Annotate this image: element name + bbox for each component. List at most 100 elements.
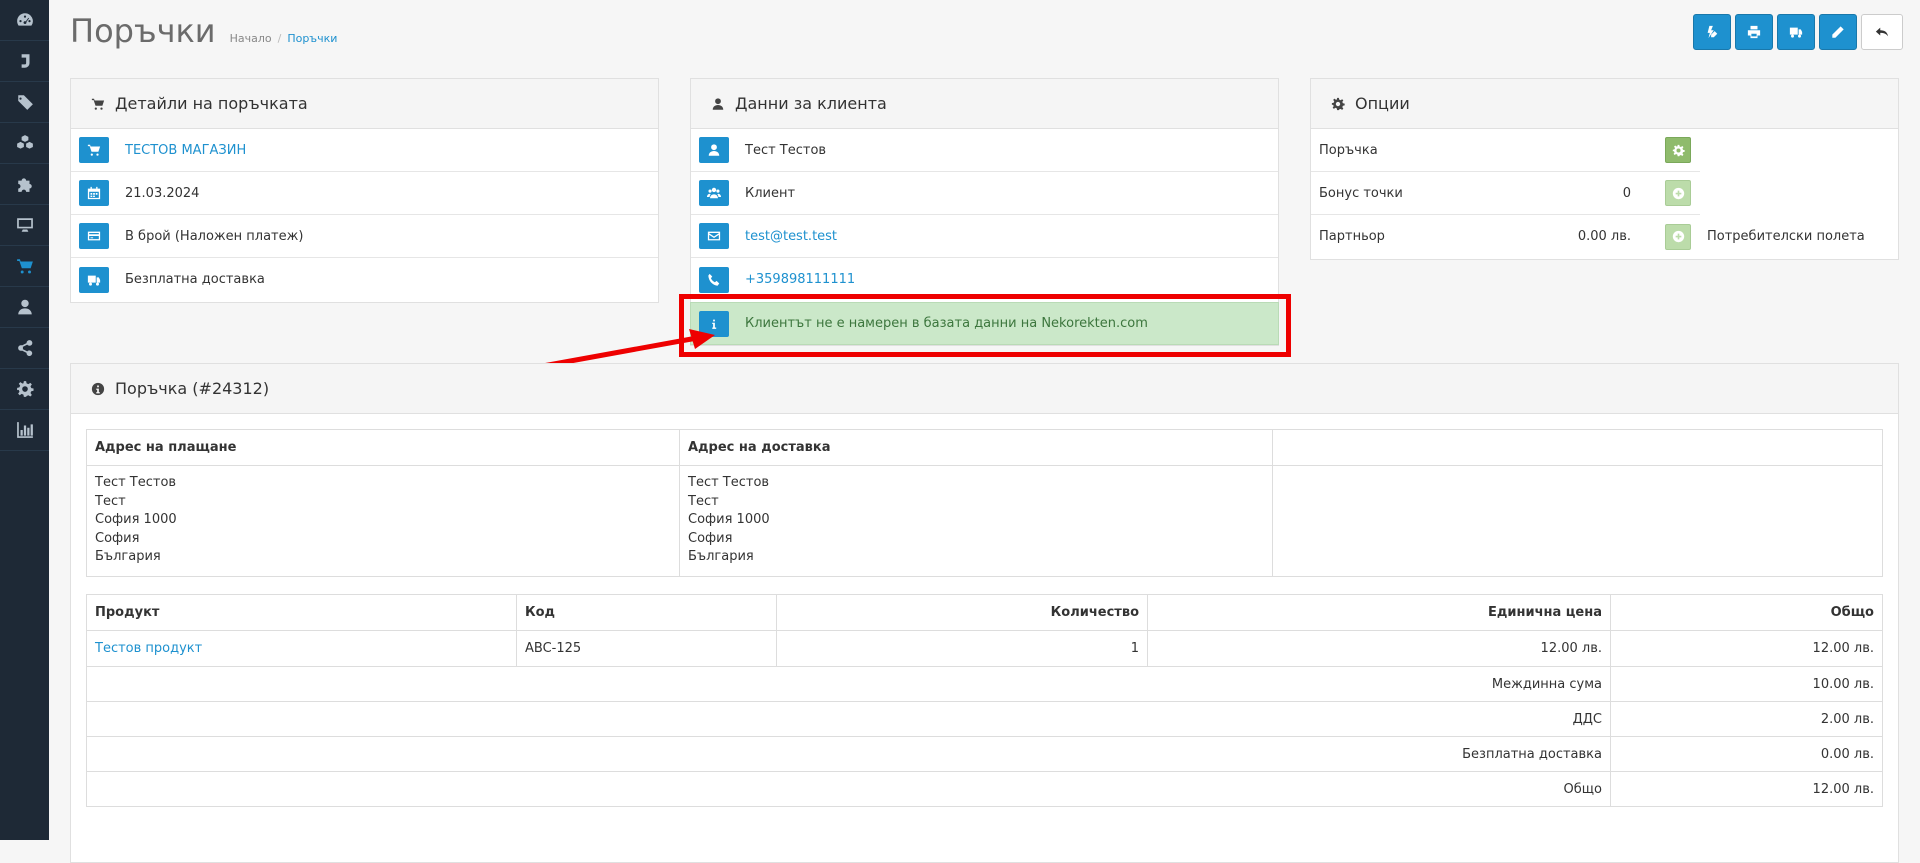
customer-phone-link[interactable]: +359898111111 bbox=[745, 272, 855, 287]
back-button[interactable] bbox=[1861, 14, 1903, 50]
table-row: Тестов продукт ABC-125 1 12.00 лв. 12.00… bbox=[86, 630, 1883, 667]
sidebar-item-modules[interactable] bbox=[0, 164, 49, 205]
product-quantity: 1 bbox=[776, 630, 1148, 667]
sidebar-item-system[interactable] bbox=[0, 369, 49, 410]
cog-icon bbox=[1672, 144, 1685, 156]
store-row: ТЕСТОВ МАГАЗИН bbox=[71, 129, 658, 172]
vat-value: 2.00 лв. bbox=[1610, 701, 1883, 737]
shipping-button[interactable] bbox=[1777, 14, 1815, 50]
sidebar-item-design[interactable] bbox=[0, 205, 49, 246]
shipping-total-value: 0.00 лв. bbox=[1610, 736, 1883, 772]
bolt-pencil-icon bbox=[1707, 25, 1718, 39]
empty-address-cell bbox=[1272, 465, 1883, 577]
products-header-row: Продукт Код Количество Единична цена Общ… bbox=[86, 594, 1883, 631]
add-partner-button[interactable] bbox=[1665, 223, 1691, 250]
options-heading: Опции bbox=[1311, 79, 1898, 129]
sidebar-item-catalog[interactable] bbox=[0, 82, 49, 123]
shopping-cart-icon bbox=[16, 259, 33, 274]
breadcrumb-separator: / bbox=[277, 32, 282, 45]
custom-fields-label: Потребителски полета bbox=[1707, 229, 1865, 244]
bar-chart-icon bbox=[16, 422, 33, 438]
add-bonus-button[interactable] bbox=[1665, 180, 1691, 206]
page-title: Поръчки bbox=[70, 12, 216, 50]
tags-icon bbox=[16, 95, 33, 110]
customer-name-icon-button bbox=[699, 137, 729, 163]
option-bonus-label: Бонус точки bbox=[1319, 185, 1403, 201]
store-link[interactable]: ТЕСТОВ МАГАЗИН bbox=[125, 143, 246, 158]
product-code: ABC-125 bbox=[516, 630, 777, 667]
sidebar-item-extensions[interactable] bbox=[0, 123, 49, 164]
customer-name: Тест Тестов bbox=[745, 142, 827, 158]
breadcrumb-home[interactable]: Начало bbox=[230, 32, 272, 45]
shipping-row: Безплатна доставка bbox=[71, 258, 658, 301]
breadcrumb-current[interactable]: Поръчки bbox=[287, 32, 337, 45]
dashboard-icon bbox=[16, 13, 33, 26]
cog-icon bbox=[1331, 97, 1345, 110]
customer-phone-icon-button bbox=[699, 266, 729, 293]
option-order-row: Поръчка bbox=[1311, 129, 1700, 172]
subtotal-label: Междинна сума bbox=[86, 666, 1611, 702]
options-panel: Опции Поръчка Бонус точки 0 Партньор 0.0… bbox=[1310, 78, 1899, 260]
sidebar-item-reports[interactable] bbox=[0, 410, 49, 451]
vat-label: ДДС bbox=[86, 701, 1611, 737]
print-button[interactable] bbox=[1735, 14, 1773, 50]
col-total: Общо bbox=[1610, 594, 1883, 631]
customer-group-row: Клиент bbox=[691, 172, 1278, 215]
product-link[interactable]: Тестов продукт bbox=[95, 641, 202, 656]
options-title: Опции bbox=[1355, 94, 1410, 113]
edit-button[interactable] bbox=[1819, 14, 1857, 50]
payment-icon-button bbox=[79, 223, 109, 249]
shipping-method: Безплатна доставка bbox=[125, 272, 265, 287]
main-content: Поръчки Начало / Поръчки Детайли на поръчк… bbox=[49, 0, 1920, 863]
page-header: Поръчки Начало / Поръчки bbox=[70, 12, 337, 52]
option-partner-row: Партньор 0.00 лв. Потребителски полета bbox=[1311, 215, 1898, 258]
billing-address-header: Адрес на плащане bbox=[86, 429, 680, 466]
payment-row: В брой (Наложен платеж) bbox=[71, 215, 658, 258]
address-table: Адрес на плащане Адрес на доставка Тест … bbox=[86, 429, 1883, 577]
cog-icon bbox=[16, 381, 34, 397]
truck-icon bbox=[1789, 27, 1803, 38]
billing-line: Тест bbox=[95, 493, 126, 509]
sidebar-item-dashboard[interactable] bbox=[0, 0, 49, 41]
desktop-icon bbox=[16, 218, 33, 232]
address-body-row: Тест Тестов Тест София 1000 София Българ… bbox=[86, 465, 1883, 577]
product-cell: Тестов продукт bbox=[86, 630, 517, 667]
shopping-cart-icon bbox=[87, 144, 101, 156]
print-icon bbox=[1747, 25, 1761, 39]
billing-address: Тест Тестов Тест София 1000 София Българ… bbox=[86, 465, 680, 577]
billing-line: София 1000 bbox=[95, 512, 177, 527]
grand-total-label: Общо bbox=[86, 771, 1611, 807]
order-panel: Поръчка (#24312) Адрес на плащане Адрес … bbox=[70, 363, 1899, 863]
customer-group-icon-button bbox=[699, 180, 729, 206]
shipping-address: Тест Тестов Тест София 1000 София Българ… bbox=[679, 465, 1273, 577]
customer-group: Клиент bbox=[745, 185, 796, 201]
totals-row-shipping: Безплатна доставка 0.00 лв. bbox=[86, 736, 1883, 772]
shipping-icon-button bbox=[79, 266, 109, 293]
order-settings-button[interactable] bbox=[1665, 137, 1691, 163]
order-title: Поръчка (#24312) bbox=[115, 379, 270, 398]
highlight-box bbox=[679, 294, 1291, 357]
order-details-title: Детайли на поръчката bbox=[115, 94, 308, 113]
sidebar-item-customers[interactable] bbox=[0, 287, 49, 328]
shipping-line: Тест bbox=[688, 493, 719, 509]
billing-line: България bbox=[95, 549, 161, 564]
shipping-total-label: Безплатна доставка bbox=[86, 736, 1611, 772]
customer-email-link[interactable]: test@test.test bbox=[745, 229, 837, 244]
billing-line: София bbox=[95, 530, 140, 546]
customer-email-icon-button bbox=[699, 223, 729, 249]
payment-method: В брой (Наложен платеж) bbox=[125, 228, 304, 244]
user-icon bbox=[712, 97, 724, 110]
credit-card-icon bbox=[87, 231, 101, 241]
envelope-icon bbox=[707, 231, 721, 241]
action-toolbar bbox=[1693, 14, 1903, 50]
date-row: 21.03.2024 bbox=[71, 172, 658, 215]
sidebar-item-j[interactable] bbox=[0, 41, 49, 82]
customer-heading: Данни за клиента bbox=[691, 79, 1278, 129]
product-unit-price: 12.00 лв. bbox=[1147, 630, 1611, 667]
order-details-panel: Детайли на поръчката ТЕСТОВ МАГАЗИН 21.0… bbox=[70, 78, 659, 303]
sidebar-item-marketing[interactable] bbox=[0, 328, 49, 369]
sidebar-item-sales[interactable] bbox=[0, 246, 49, 287]
invoice-button[interactable] bbox=[1693, 14, 1731, 50]
order-date: 21.03.2024 bbox=[125, 185, 200, 201]
totals-row-total: Общо 12.00 лв. bbox=[86, 771, 1883, 807]
